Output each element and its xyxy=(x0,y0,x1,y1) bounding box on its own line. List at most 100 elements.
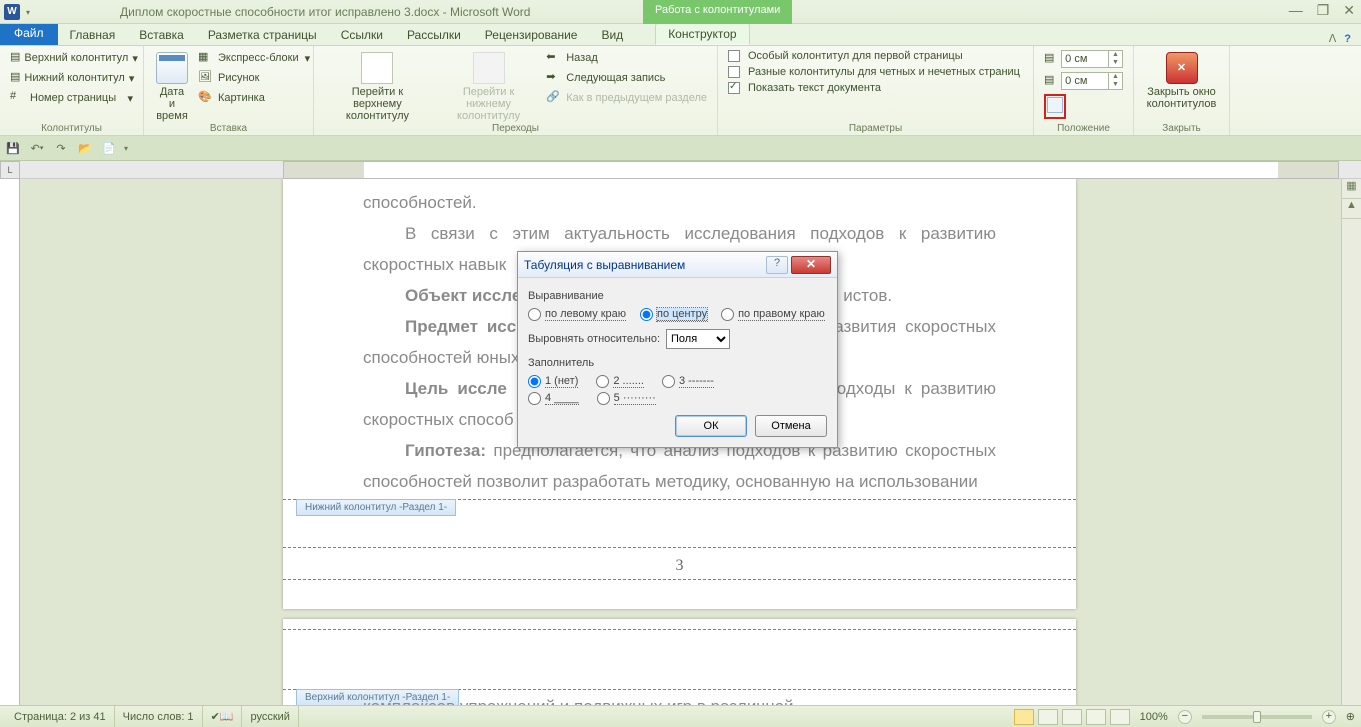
align-right-radio[interactable]: по правому краю xyxy=(721,308,825,321)
horizontal-ruler[interactable] xyxy=(283,161,1339,179)
show-document-checkbox[interactable]: Показать текст документа xyxy=(724,80,1027,96)
full-screen-view[interactable] xyxy=(1038,709,1058,725)
restore-icon[interactable]: ❐ xyxy=(1317,2,1330,19)
dialog-titlebar[interactable]: Табуляция с выравниванием ? ✕ xyxy=(518,252,837,278)
header-from-top[interactable]: ▤0 см▲▼ xyxy=(1040,48,1127,70)
dialog-help-button[interactable]: ? xyxy=(766,256,788,274)
zoom-slider[interactable] xyxy=(1202,715,1312,719)
side-toolbar: ▦ ▲ xyxy=(1341,179,1361,705)
page-number-button[interactable]: #Номер страницы▾ xyxy=(6,88,137,108)
insert-alignment-tab-button[interactable] xyxy=(1044,94,1066,119)
first-page-checkbox[interactable]: Особый колонтитул для первой страницы xyxy=(724,48,1027,64)
draft-view[interactable] xyxy=(1110,709,1130,725)
help-icon[interactable]: ? xyxy=(1344,33,1351,45)
goto-footer-label: Перейти к нижнему колонтитулу xyxy=(457,86,520,122)
align-left-radio[interactable]: по левому краю xyxy=(528,308,626,321)
close-window-icon[interactable]: ✕ xyxy=(1343,2,1355,19)
picture-icon: 🖼 xyxy=(198,70,214,86)
close-header-footer-button[interactable]: ✕ Закрыть окно колонтитулов xyxy=(1140,48,1223,112)
tab-view[interactable]: Вид xyxy=(589,25,635,45)
ok-button[interactable]: ОК xyxy=(675,415,747,437)
clipart-button[interactable]: 🎨Картинка xyxy=(194,88,314,108)
group-header-footer: Колонтитулы xyxy=(0,123,143,134)
tab-mailings[interactable]: Рассылки xyxy=(395,25,473,45)
status-bar: Страница: 2 из 41 Число слов: 1 ✔📖 русск… xyxy=(0,705,1361,727)
ribbon: ▤Верхний колонтитул▾ ▤Нижний колонтитул▾… xyxy=(0,46,1361,136)
leader-2-radio[interactable]: 2 ....... xyxy=(596,375,644,388)
spin-down-icon[interactable]: ▼ xyxy=(1108,81,1122,89)
next-button[interactable]: ➡Следующая запись xyxy=(542,68,711,88)
asprev-label: Как в предыдущем разделе xyxy=(566,92,707,104)
redo-button[interactable]: ↷ xyxy=(52,139,70,157)
previous-button[interactable]: ⬅Назад xyxy=(542,48,711,68)
outline-view[interactable] xyxy=(1086,709,1106,725)
minimize-icon[interactable]: ― xyxy=(1289,2,1303,19)
tab-references[interactable]: Ссылки xyxy=(329,25,395,45)
zoom-thumb[interactable] xyxy=(1253,711,1261,723)
document-body-next[interactable]: комплексов упражнений и подвижных игр в … xyxy=(283,691,1076,705)
spellcheck-status[interactable]: ✔📖 xyxy=(203,706,243,727)
footer-icon: ▤ xyxy=(10,70,20,86)
language-status[interactable]: русский xyxy=(242,706,298,727)
spin-up-icon[interactable]: ▲ xyxy=(1108,51,1122,59)
oddeven-label: Разные колонтитулы для четных и нечетных… xyxy=(748,66,1020,78)
link-previous-button: 🔗Как в предыдущем разделе xyxy=(542,88,711,108)
dialog-close-button[interactable]: ✕ xyxy=(791,256,831,274)
file-tab[interactable]: Файл xyxy=(0,23,58,45)
open-button[interactable]: 📂 xyxy=(76,139,94,157)
odd-even-checkbox[interactable]: Разные колонтитулы для четных и нечетных… xyxy=(724,64,1027,80)
header-button[interactable]: ▤Верхний колонтитул▾ xyxy=(6,48,137,68)
leader-3-radio[interactable]: 3 ------- xyxy=(662,375,714,388)
footer-from-bottom[interactable]: ▤0 см▲▼ xyxy=(1040,70,1127,92)
alignment-section-label: Выравнивание xyxy=(528,290,827,302)
align-relative-select[interactable]: Поля xyxy=(666,329,730,349)
leader-4-radio[interactable]: 4 ____ xyxy=(528,392,579,405)
footer-button[interactable]: ▤Нижний колонтитул▾ xyxy=(6,68,137,88)
print-layout-view[interactable] xyxy=(1014,709,1034,725)
qat-more-icon[interactable]: ▾ xyxy=(124,144,128,153)
tab-layout[interactable]: Разметка страницы xyxy=(196,25,329,45)
zoom-out-button[interactable]: − xyxy=(1178,710,1192,724)
tab-design[interactable]: Конструктор xyxy=(655,23,749,45)
word-count[interactable]: Число слов: 1 xyxy=(115,706,203,727)
arrow-left-icon: ⬅ xyxy=(546,50,562,66)
footer-bottom-spinner[interactable]: 0 см ▲▼ xyxy=(1061,72,1123,90)
page-status[interactable]: Страница: 2 из 41 xyxy=(6,706,115,727)
picture-button[interactable]: 🖼Рисунок xyxy=(194,68,314,88)
quick-parts-button[interactable]: ▦Экспресс-блоки▾ xyxy=(194,48,314,68)
spellcheck-icon: ✔📖 xyxy=(211,710,234,723)
align-left-label: по левому краю xyxy=(545,308,626,321)
align-center-radio[interactable]: по центру xyxy=(640,308,707,321)
ruler-top-icon: ▤ xyxy=(1044,51,1057,67)
web-layout-view[interactable] xyxy=(1062,709,1082,725)
header-top-spinner[interactable]: 0 см▲▼ xyxy=(1061,50,1123,68)
cancel-button[interactable]: Отмена xyxy=(755,415,827,437)
fit-page-icon[interactable]: ⊕ xyxy=(1346,710,1355,723)
page-number-field[interactable]: 3 xyxy=(283,557,1076,575)
minimize-ribbon-icon[interactable]: ᐱ xyxy=(1329,32,1337,45)
zoom-in-button[interactable]: + xyxy=(1322,710,1336,724)
new-button[interactable]: 📄 xyxy=(100,139,118,157)
date-time-button[interactable]: Дата и время xyxy=(150,48,194,135)
tab-selector[interactable]: L xyxy=(0,161,20,179)
save-button[interactable]: 💾 xyxy=(4,139,22,157)
tab-review[interactable]: Рецензирование xyxy=(473,25,590,45)
browse-up-icon[interactable]: ▲ xyxy=(1342,199,1361,219)
word-app-icon: W xyxy=(4,4,20,20)
text-line: способностей. xyxy=(363,193,477,212)
quick-access-toolbar: 💾 ↶▾ ↷ 📂 📄 ▾ xyxy=(0,136,1361,161)
leader-1-radio[interactable]: 1 (нет) xyxy=(528,375,578,388)
vertical-ruler[interactable] xyxy=(0,179,20,705)
bot-value: 0 см xyxy=(1065,75,1087,87)
spin-up-icon[interactable]: ▲ xyxy=(1108,73,1122,81)
tab-insert[interactable]: Вставка xyxy=(127,25,196,45)
leader-5-radio[interactable]: 5 ········· xyxy=(597,392,656,405)
spin-down-icon[interactable]: ▼ xyxy=(1108,59,1122,67)
tab-home[interactable]: Главная xyxy=(58,25,128,45)
qat-customize-icon[interactable] xyxy=(24,6,30,18)
ruler-toggle-icon[interactable]: ▦ xyxy=(1342,179,1361,199)
undo-button[interactable]: ↶▾ xyxy=(28,139,46,157)
goto-header-label: Перейти к верхнему колонтитулу xyxy=(346,86,409,122)
goto-header-button[interactable]: Перейти к верхнему колонтитулу xyxy=(320,48,435,135)
zoom-percent[interactable]: 100% xyxy=(1140,711,1168,723)
